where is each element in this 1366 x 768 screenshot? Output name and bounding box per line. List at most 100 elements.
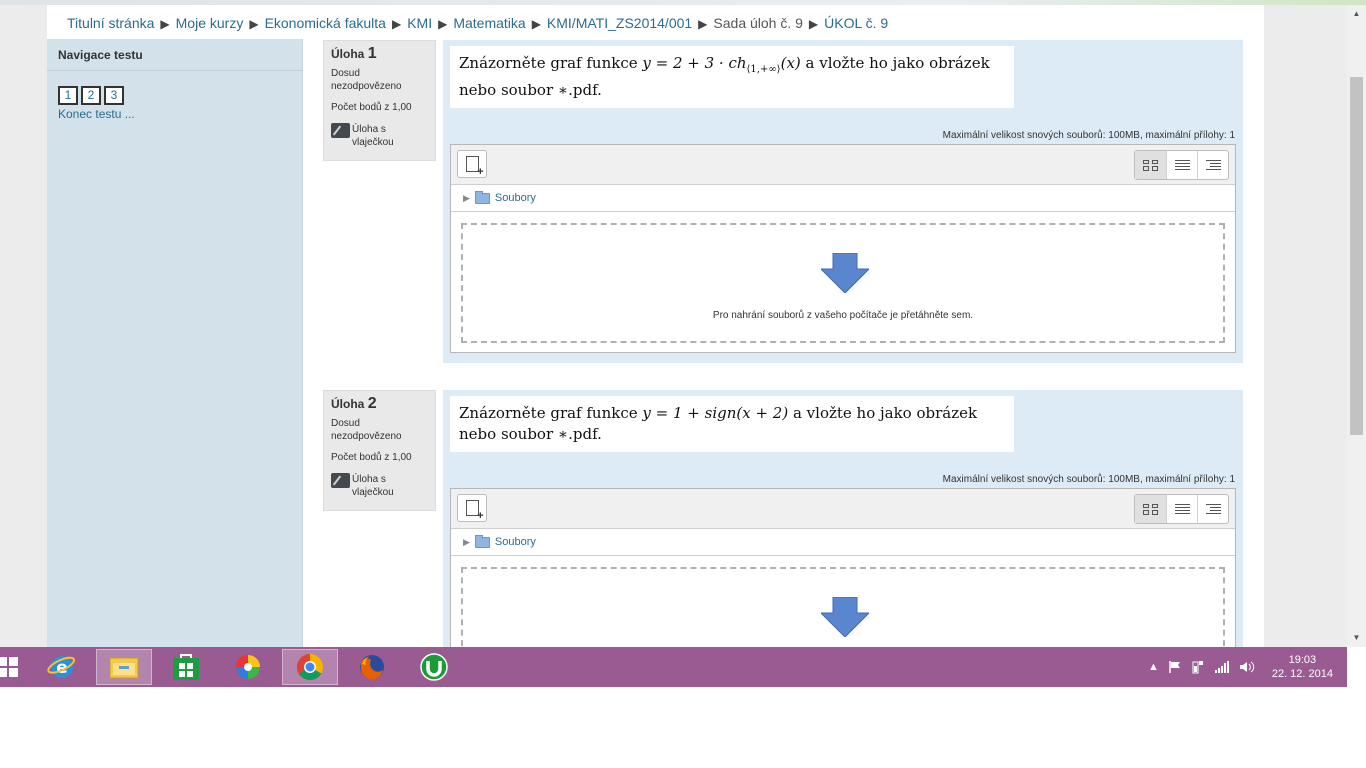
breadcrumb-assignment[interactable]: ÚKOL č. 9 <box>824 15 888 31</box>
question-text: Znázorněte graf funkce y = 2 + 3 · ch⟨1,… <box>450 46 1014 108</box>
file-explorer-icon <box>109 657 139 679</box>
view-switcher <box>1134 494 1229 524</box>
view-icons-button[interactable] <box>1135 151 1166 179</box>
internet-explorer-icon: e <box>47 656 76 678</box>
picasa-icon <box>236 655 260 679</box>
start-icon <box>0 657 18 677</box>
view-tree-button[interactable] <box>1197 151 1228 179</box>
action-center-flag-icon[interactable] <box>1168 660 1182 674</box>
flag-question-toggle[interactable]: Úloha s vlaječkou <box>331 473 428 499</box>
breadcrumb-separator-icon: ▶ <box>531 17 541 31</box>
flag-icon <box>331 123 350 138</box>
question-nav-button-3[interactable]: 3 <box>104 86 124 105</box>
clock-date: 22. 12. 2014 <box>1271 668 1333 680</box>
question-content-1: Znázorněte graf funkce y = 2 + 3 · ch⟨1,… <box>443 40 1243 363</box>
breadcrumb-course[interactable]: KMI/MATI_ZS2014/001 <box>547 15 692 31</box>
filepicker-path[interactable]: ▶ Soubory <box>451 529 1235 556</box>
breadcrumb-separator-icon: ▶ <box>438 17 448 31</box>
drop-zone-text: Pro nahrání souborů z vašeho počítače je… <box>712 310 974 321</box>
expand-triangle-icon: ▶ <box>463 192 470 203</box>
view-list-button[interactable] <box>1166 495 1197 523</box>
file-drop-zone[interactable] <box>461 567 1225 647</box>
battery-icon[interactable] <box>1191 660 1205 674</box>
utorrent-icon <box>420 653 448 681</box>
system-tray: ▲ 19:03 22. 12. 2014 <box>1148 647 1333 687</box>
taskbar-chrome[interactable] <box>282 649 338 685</box>
signal-icon[interactable] <box>1214 660 1230 674</box>
question-navigation-buttons: 1 2 3 <box>58 86 124 105</box>
chrome-icon <box>296 653 324 681</box>
taskbar-file-explorer[interactable] <box>96 649 152 685</box>
question-text: Znázorněte graf funkce y = 1 + sign(x + … <box>450 396 1014 452</box>
question-number: Úloha 2 <box>331 395 377 412</box>
quiz-navigation-title: Navigace testu <box>47 39 302 71</box>
taskbar-clock[interactable]: 19:03 22. 12. 2014 <box>1272 653 1333 681</box>
breadcrumb-separator-icon: ▶ <box>249 17 259 31</box>
folder-label: Soubory <box>494 192 536 204</box>
question-grade: Počet bodů z 1,00 <box>331 452 412 463</box>
screen: Titulní stránka ▶ Moje kurzy ▶ Ekonomická fa… <box>0 0 1366 768</box>
question-nav-button-2[interactable]: 2 <box>81 86 101 105</box>
finish-attempt-link[interactable]: Konec testu ... <box>58 107 135 121</box>
list-view-icon <box>1174 503 1190 515</box>
scroll-down-icon[interactable]: ▼ <box>1347 631 1366 645</box>
question-state: Dosud nezodpovězeno <box>331 68 402 92</box>
breadcrumb-subject[interactable]: Matematika <box>453 15 525 31</box>
question-state: Dosud nezodpovězeno <box>331 418 402 442</box>
firefox-icon <box>360 655 384 680</box>
formula: y = 2 + 3 · ch <box>642 54 747 72</box>
start-button[interactable] <box>0 649 28 685</box>
volume-icon[interactable] <box>1239 660 1255 674</box>
filepicker-toolbar <box>451 489 1235 529</box>
taskbar-internet-explorer[interactable]: e <box>34 649 90 685</box>
tree-view-icon <box>1205 159 1221 171</box>
breadcrumb-section: Sada úloh č. 9 <box>713 15 803 31</box>
filepicker-path[interactable]: ▶ Soubory <box>451 185 1235 212</box>
question-nav-button-1[interactable]: 1 <box>58 86 78 105</box>
folder-icon <box>474 534 490 548</box>
taskbar-firefox[interactable] <box>344 649 400 685</box>
view-tree-button[interactable] <box>1197 495 1228 523</box>
question-info-1: Úloha 1 Dosud nezodpovězeno Počet bodů z… <box>323 40 436 161</box>
filepicker: ▶ Soubory Pro nahrání souborů z vašeho p… <box>450 144 1236 353</box>
windows-taskbar: e ▲ 19:03 22. 12. 2014 <box>0 647 1347 687</box>
store-icon <box>173 654 199 680</box>
formula-subscript: ⟨1,+∞⟩ <box>746 64 781 75</box>
add-file-button[interactable] <box>457 494 487 522</box>
file-drop-zone[interactable]: Pro nahrání souborů z vašeho počítače je… <box>461 223 1225 343</box>
view-icons-button[interactable] <box>1135 495 1166 523</box>
expand-triangle-icon: ▶ <box>463 536 470 547</box>
folder-icon <box>474 190 490 204</box>
question-grade: Počet bodů z 1,00 <box>331 102 412 113</box>
breadcrumb-department[interactable]: KMI <box>407 15 432 31</box>
taskbar-store[interactable] <box>158 649 214 685</box>
flag-question-toggle[interactable]: Úloha s vlaječkou <box>331 123 428 149</box>
taskbar-picasa[interactable] <box>220 649 276 685</box>
breadcrumb-home[interactable]: Titulní stránka <box>67 15 154 31</box>
scroll-up-icon[interactable]: ▲ <box>1347 7 1366 21</box>
breadcrumb-separator-icon: ▶ <box>698 17 708 31</box>
filepicker: ▶ Soubory <box>450 488 1236 647</box>
question-number: Úloha 1 <box>331 45 377 62</box>
breadcrumb-my-courses[interactable]: Moje kurzy <box>176 15 244 31</box>
folder-label: Soubory <box>494 536 536 548</box>
breadcrumb-faculty[interactable]: Ekonomická fakulta <box>265 15 386 31</box>
flag-question-label: Úloha s vlaječkou <box>352 474 394 498</box>
vertical-scrollbar[interactable]: ▲ ▼ <box>1347 5 1366 647</box>
question-info-2: Úloha 2 Dosud nezodpovězeno Počet bodů z… <box>323 390 436 511</box>
quiz-navigation-block: Navigace testu 1 2 3 Konec testu ... <box>47 39 303 647</box>
breadcrumb-separator-icon: ▶ <box>160 17 170 31</box>
taskbar-utorrent[interactable] <box>406 649 462 685</box>
filepicker-toolbar <box>451 145 1235 185</box>
breadcrumb-separator-icon: ▶ <box>808 17 819 31</box>
scrollbar-thumb[interactable] <box>1350 77 1363 435</box>
view-list-button[interactable] <box>1166 151 1197 179</box>
formula-tail: (x) <box>780 54 801 72</box>
browser-viewport: Titulní stránka ▶ Moje kurzy ▶ Ekonomická fa… <box>0 5 1347 647</box>
show-hidden-icons-icon[interactable]: ▲ <box>1148 661 1159 673</box>
clock-time: 19:03 <box>1288 654 1317 666</box>
down-arrow-icon <box>821 253 869 293</box>
add-file-button[interactable] <box>457 150 487 178</box>
tree-view-icon <box>1205 503 1221 515</box>
question-content-2: Znázorněte graf funkce y = 1 + sign(x + … <box>443 390 1243 647</box>
